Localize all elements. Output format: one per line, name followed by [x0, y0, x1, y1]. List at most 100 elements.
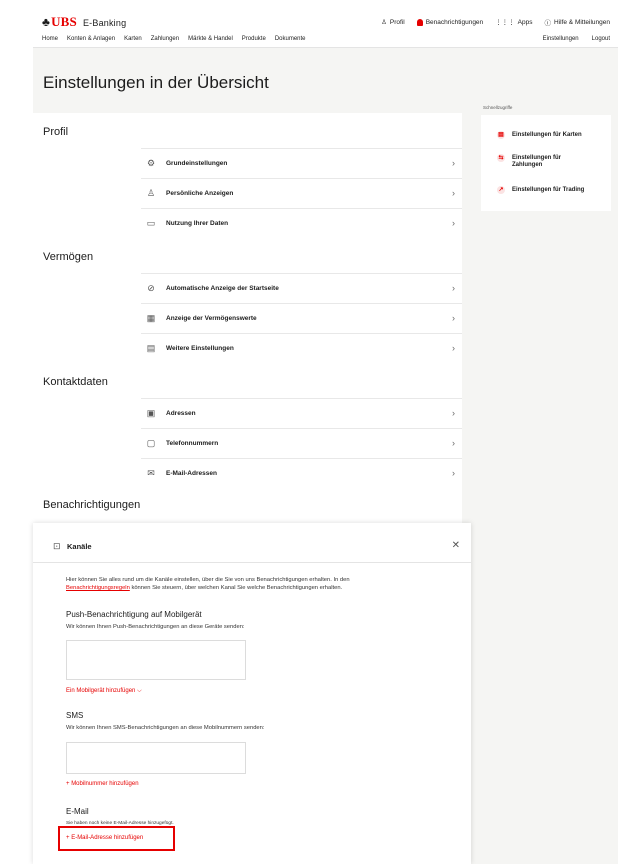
sms-title: SMS — [66, 711, 84, 720]
section-vermoegen: Vermögen ⊘ Automatische Anzeige der Start… — [33, 238, 462, 363]
nav-home[interactable]: Home — [42, 36, 58, 42]
section-title: Profil — [43, 126, 69, 138]
logout-link[interactable]: Logout — [592, 36, 610, 42]
row-label: Telefonnummern — [166, 440, 219, 447]
settings-row-vermoegenswerte[interactable]: ▦ Anzeige der Vermögenswerte › — [141, 303, 462, 333]
settings-row-startseite[interactable]: ⊘ Automatische Anzeige der Startseite › — [141, 273, 462, 303]
profile-link[interactable]: ♙ Profil — [381, 17, 405, 27]
nav-dokumente[interactable]: Dokumente — [275, 36, 306, 42]
section-title: Benachrichtigungen — [43, 499, 141, 511]
app-name: E-Banking — [82, 18, 127, 28]
add-mobile-number-button[interactable]: + Mobilnummer hinzufügen — [66, 781, 139, 787]
chevron-right-icon: › — [452, 188, 455, 198]
nav-maerkte-handel[interactable]: Märkte & Handel — [188, 36, 233, 42]
add-device-button[interactable]: Ein Mobilgerät hinzufügen ⌵ — [66, 688, 142, 695]
push-text: Wir können Ihnen Push-Benachrichtigungen… — [66, 624, 245, 630]
ubs-keys-icon: ♣ — [42, 15, 51, 29]
settings-row-grundeinstellungen[interactable]: ⚙ Grundeinstellungen › — [141, 148, 462, 178]
settings-row-persoenliche-anzeigen[interactable]: ♙ Persönliche Anzeigen › — [141, 178, 462, 208]
intro-text-2: können Sie steuern, über welchen Kanal S… — [131, 585, 343, 591]
section-title: Vermögen — [43, 251, 94, 263]
quick-link-trading[interactable]: ↗ Einstellungen für Trading — [497, 186, 585, 194]
eye-off-icon: ⊘ — [147, 283, 155, 293]
row-label: Automatische Anzeige der Startseite — [166, 285, 279, 292]
ubs-logo[interactable]: ♣UBS E-Banking — [42, 14, 126, 30]
sms-text: Wir können Ihnen SMS-Benachrichtigungen … — [66, 725, 265, 731]
chevron-right-icon: › — [452, 313, 455, 323]
settings-gear-icon: ⚙ — [146, 158, 156, 168]
quick-link-payments[interactable]: ⇆ Einstellungen für Zahlungen — [497, 154, 597, 169]
chevron-right-icon: › — [452, 438, 455, 448]
help-link[interactable]: ⓘ Hilfe & Mitteilungen — [545, 17, 611, 28]
notifications-link-label: Benachrichtigungen — [425, 18, 484, 26]
address-icon: ▣ — [146, 408, 156, 418]
intro-text: Hier können Sie alles rund um die Kanäle… — [66, 577, 350, 583]
section-profil: Profil ⚙ Grundeinstellungen › ♙ Persönliche… — [33, 113, 462, 238]
phone-icon: ▢ — [146, 438, 156, 448]
panel-intro: Hier können Sie alles rund um die Kanäle… — [66, 576, 436, 592]
row-label: Grundeinstellungen — [166, 160, 228, 167]
settings-row-nutzung-daten[interactable]: ▭ Nutzung Ihrer Daten › — [141, 208, 462, 238]
section-kontaktdaten: Kontaktdaten ▣ Adressen › ▢ Telefonnummern ›… — [33, 363, 462, 488]
nav-zahlungen[interactable]: Zahlungen — [151, 36, 179, 42]
row-label: Anzeige der Vermögenswerte — [166, 315, 257, 322]
row-label: Persönliche Anzeigen — [166, 190, 234, 197]
profile-link-label: Profil — [389, 18, 405, 26]
payment-icon: ⇆ — [497, 154, 505, 162]
email-title: E-Mail — [66, 807, 89, 816]
section-title: Kontaktdaten — [43, 376, 108, 388]
apps-grid-icon: ⋮⋮⋮ — [495, 19, 515, 26]
settings-row-email-adressen[interactable]: ✉ E-Mail-Adressen › — [141, 458, 462, 488]
row-label: Nutzung Ihrer Daten — [166, 220, 229, 227]
more-settings-icon: ▤ — [146, 343, 156, 353]
chevron-right-icon: › — [452, 408, 455, 418]
bell-icon — [416, 18, 423, 26]
chevron-down-icon: ⌵ — [137, 688, 142, 694]
quick-access-label: Schnellzugriffe — [483, 105, 513, 110]
panel-title: Kanäle — [67, 542, 92, 551]
assets-icon: ▦ — [146, 313, 156, 323]
chevron-right-icon: › — [452, 468, 455, 478]
chevron-right-icon: › — [452, 158, 455, 168]
data-usage-icon: ▭ — [146, 218, 156, 228]
nav-einstellungen[interactable]: Einstellungen — [543, 36, 579, 42]
quick-link-label: Einstellungen für Karten — [512, 132, 582, 138]
quick-link-label: Einstellungen für Trading — [512, 187, 585, 193]
row-label: Weitere Einstellungen — [166, 345, 234, 352]
row-label: Adressen — [166, 410, 196, 417]
chevron-right-icon: › — [452, 283, 455, 293]
nav-produkte[interactable]: Produkte — [242, 36, 266, 42]
quick-access-card: ▤ Einstellungen für Karten ⇆ Einstellung… — [481, 115, 611, 211]
nav-karten[interactable]: Karten — [124, 36, 142, 42]
notifications-link[interactable]: Benachrichtigungen — [416, 17, 484, 27]
notification-rules-link[interactable]: Benachrichtigungsregeln — [66, 585, 130, 591]
row-label: E-Mail-Adressen — [166, 470, 217, 477]
email-icon: ✉ — [147, 468, 155, 478]
page-background: ♣UBS E-Banking ♙ Profil Benachrichtigungen… — [33, 8, 618, 864]
nav-konten-anlagen[interactable]: Konten & Anlagen — [67, 36, 115, 42]
settings-row-telefonnummern[interactable]: ▢ Telefonnummern › — [141, 428, 462, 458]
header-links: ♙ Profil Benachrichtigungen ⋮⋮⋮ Apps ⓘ Hilf… — [381, 17, 610, 27]
plus-icon: + — [66, 781, 70, 787]
settings-row-weitere[interactable]: ▤ Weitere Einstellungen › — [141, 333, 462, 363]
persons-icon: ♙ — [146, 188, 156, 198]
chevron-right-icon: › — [452, 343, 455, 353]
highlight-box — [58, 826, 175, 851]
apps-link[interactable]: ⋮⋮⋮ Apps — [495, 17, 532, 27]
help-link-label: Hilfe & Mitteilungen — [554, 18, 610, 26]
main-nav: Home Konten & Anlagen Karten Zahlungen M… — [33, 32, 618, 48]
mobile-number-list-box — [66, 742, 246, 774]
chevron-right-icon: › — [452, 218, 455, 228]
card-icon: ▤ — [497, 131, 505, 139]
add-mobile-number-label: Mobilnummer hinzufügen — [71, 781, 139, 787]
top-bar: ♣UBS E-Banking ♙ Profil Benachrichtigungen… — [33, 8, 618, 32]
quick-link-cards[interactable]: ▤ Einstellungen für Karten — [497, 131, 582, 139]
device-list-box — [66, 640, 246, 680]
quick-link-label: Einstellungen für Zahlungen — [512, 155, 562, 168]
trading-icon: ↗ — [497, 186, 505, 194]
push-title: Push-Benachrichtigung auf Mobilgerät — [66, 610, 202, 619]
close-icon[interactable]: ✕ — [452, 540, 460, 551]
person-icon: ♙ — [381, 19, 387, 26]
settings-row-adressen[interactable]: ▣ Adressen › — [141, 398, 462, 428]
add-device-label: Ein Mobilgerät hinzufügen — [66, 688, 136, 694]
